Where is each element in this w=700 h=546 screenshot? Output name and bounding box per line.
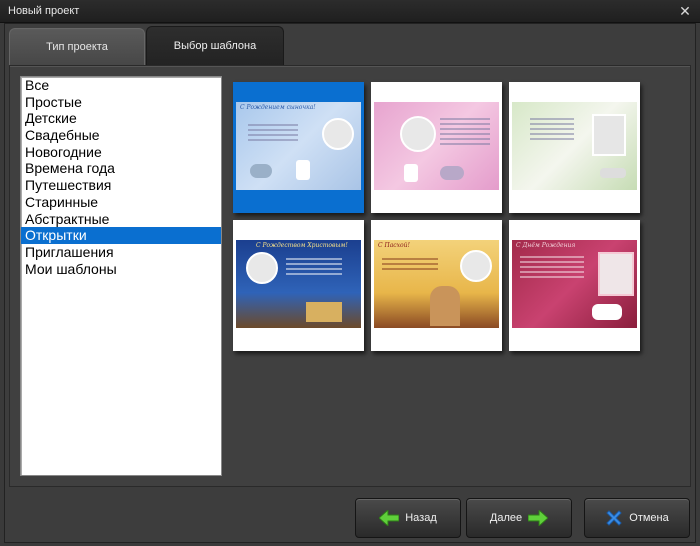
template-thumbnail[interactable]	[509, 82, 640, 213]
dialog-window: Тип проекта Выбор шаблона Все Простые Де…	[4, 23, 696, 543]
close-button[interactable]: ✕	[676, 2, 694, 20]
card-text-lines	[248, 124, 298, 144]
next-label: Далее	[489, 512, 523, 524]
card-caption: С Пасхой!	[378, 242, 410, 249]
title-bar: Новый проект ✕	[0, 0, 700, 23]
photo-placeholder	[246, 252, 278, 284]
template-thumbnail[interactable]: С Днём Рождения	[509, 220, 640, 351]
cake-decoration	[592, 304, 622, 320]
category-item[interactable]: Путешествия	[21, 177, 221, 194]
tab-project-type[interactable]: Тип проекта	[9, 28, 145, 65]
photo-placeholder	[460, 250, 492, 282]
close-x-icon	[605, 509, 623, 527]
wedding-card-thumbnail	[512, 102, 637, 190]
template-thumbnail[interactable]	[371, 82, 502, 213]
arrow-right-icon	[528, 510, 549, 526]
church-decoration	[306, 302, 342, 322]
card-caption: С Днём Рождения	[516, 242, 576, 249]
category-item[interactable]: Новогодние	[21, 144, 221, 161]
cake-decoration	[296, 160, 310, 180]
cancel-label: Отмена	[629, 512, 669, 524]
baby-pink-card-thumbnail	[374, 102, 499, 190]
christmas-card-thumbnail: С Рождеством Христовым!	[236, 240, 361, 328]
category-item[interactable]: Простые	[21, 94, 221, 111]
photo-placeholder	[400, 116, 436, 152]
car-decoration	[600, 168, 626, 178]
window-title: Новый проект	[8, 5, 80, 17]
easter-card-thumbnail: С Пасхой!	[374, 240, 499, 328]
back-label: Назад	[405, 512, 437, 524]
tab-template-choice[interactable]: Выбор шаблона	[146, 26, 284, 65]
photo-placeholder	[592, 114, 626, 156]
category-item[interactable]: Времена года	[21, 160, 221, 177]
photo-placeholder	[598, 252, 634, 296]
category-item[interactable]: Мои шаблоны	[21, 261, 221, 278]
bottle-decoration	[404, 164, 418, 182]
card-caption: С Рождеством Христовым!	[256, 242, 348, 249]
arrow-left-icon	[379, 510, 400, 526]
icon-decoration	[430, 286, 460, 326]
button-bar: Назад Далее Отмена	[9, 491, 690, 538]
card-text-lines	[520, 256, 584, 281]
card-text-lines	[382, 258, 438, 273]
card-text-lines	[286, 258, 342, 278]
card-text-lines	[440, 118, 490, 148]
category-item[interactable]: Абстрактные	[21, 211, 221, 228]
category-item[interactable]: Старинные	[21, 194, 221, 211]
category-item[interactable]: Детские	[21, 110, 221, 127]
next-button[interactable]: Далее	[466, 498, 572, 538]
birthday-card-thumbnail: С Днём Рождения	[512, 240, 637, 328]
card-caption: С Рождением сыночка!	[240, 104, 316, 111]
category-item-selected[interactable]: Открытки	[21, 227, 221, 244]
card-text-lines	[530, 118, 574, 143]
cancel-button[interactable]: Отмена	[584, 498, 690, 538]
photo-placeholder	[322, 118, 354, 150]
stroller-decoration	[440, 166, 464, 180]
back-button[interactable]: Назад	[355, 498, 461, 538]
content-panel: Все Простые Детские Свадебные Новогодние…	[9, 65, 691, 487]
stroller-decoration	[250, 164, 272, 178]
category-item[interactable]: Все	[21, 77, 221, 94]
template-thumbnail[interactable]: С Рождением сыночка!	[233, 82, 364, 213]
template-grid: С Рождением сыночка! С Рождеством Христо…	[233, 82, 640, 351]
category-item[interactable]: Приглашения	[21, 244, 221, 261]
baby-card-thumbnail: С Рождением сыночка!	[236, 102, 361, 190]
template-thumbnail[interactable]: С Пасхой!	[371, 220, 502, 351]
category-item[interactable]: Свадебные	[21, 127, 221, 144]
template-thumbnail[interactable]: С Рождеством Христовым!	[233, 220, 364, 351]
category-list[interactable]: Все Простые Детские Свадебные Новогодние…	[20, 76, 222, 476]
